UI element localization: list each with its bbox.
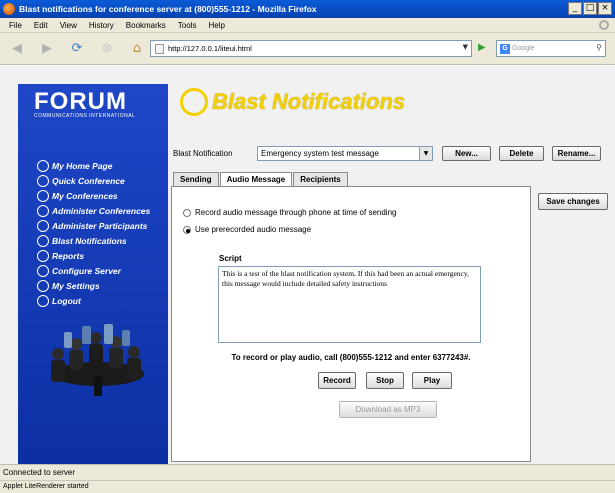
blast-notification-row: Blast Notification Emergency system test… <box>173 146 601 161</box>
menu-edit[interactable]: Edit <box>28 21 54 30</box>
page-icon <box>155 43 164 54</box>
firefox-icon <box>3 3 15 15</box>
circle-icon <box>37 249 49 262</box>
url-bar[interactable]: http://127.0.0.1/liteui.html ▼ <box>150 40 472 57</box>
conference-table-illustration <box>51 324 144 396</box>
chevron-down-icon[interactable]: ▼ <box>419 147 432 160</box>
close-button[interactable]: × <box>598 2 612 15</box>
home-icon[interactable]: ⌂ <box>126 38 148 60</box>
script-label: Script <box>219 254 242 263</box>
connection-status: Connected to server <box>3 468 76 477</box>
menu-help[interactable]: Help <box>202 21 230 30</box>
circle-icon <box>37 234 49 247</box>
page-title: Blast Notifications <box>180 88 405 116</box>
sidebar: FORUM COMMUNICATIONS INTERNATIONAL My Ho… <box>18 84 168 464</box>
download-mp3-button[interactable]: Download as MP3 <box>339 401 437 418</box>
menu-tools[interactable]: Tools <box>172 21 203 30</box>
sidebar-item-administer-conferences[interactable]: Administer Conferences <box>37 203 150 218</box>
back-icon[interactable]: ◀ <box>6 38 28 60</box>
throbber-icon <box>599 20 609 30</box>
sidebar-item-configure-server[interactable]: Configure Server <box>37 263 150 278</box>
rename-button[interactable]: Rename... <box>552 146 601 161</box>
tab-recipients[interactable]: Recipients <box>293 172 348 186</box>
window-titlebar: Blast notifications for conference serve… <box>0 0 615 18</box>
circle-icon <box>37 294 49 307</box>
audio-message-panel: Record audio message through phone at ti… <box>171 186 531 462</box>
google-icon: G <box>500 43 510 54</box>
radio-icon[interactable] <box>183 225 191 234</box>
sidebar-nav: My Home Page Quick Conference My Confere… <box>37 158 150 308</box>
minimize-button[interactable]: _ <box>568 2 582 15</box>
stop-button[interactable]: Stop <box>366 372 404 389</box>
sidebar-item-my-conferences[interactable]: My Conferences <box>37 188 150 203</box>
stop-icon[interactable]: ⊗ <box>96 38 118 60</box>
browser-status: Applet LiteRenderer started <box>0 480 615 493</box>
prerecorded-option[interactable]: Use prerecorded audio message <box>183 225 311 234</box>
circle-icon <box>37 264 49 277</box>
sidebar-item-administer-participants[interactable]: Administer Participants <box>37 218 150 233</box>
tab-bar: Sending Audio Message Recipients <box>173 172 349 186</box>
menu-view[interactable]: View <box>54 21 83 30</box>
circle-icon <box>180 88 208 116</box>
navigation-toolbar: ◀ ▶ ⟳ ⊗ ⌂ http://127.0.0.1/liteui.html ▼… <box>0 33 615 65</box>
circle-icon <box>37 204 49 217</box>
menu-file[interactable]: File <box>3 21 28 30</box>
forum-logo: FORUM COMMUNICATIONS INTERNATIONAL <box>34 88 136 119</box>
search-placeholder: Google <box>512 45 535 52</box>
dial-in-instructions: To record or play audio, call (800)555-1… <box>231 353 471 362</box>
new-button[interactable]: New... <box>442 146 491 161</box>
sidebar-item-reports[interactable]: Reports <box>37 248 150 263</box>
chevron-down-icon[interactable]: ▼ <box>463 43 468 51</box>
sidebar-item-logout[interactable]: Logout <box>37 293 150 308</box>
record-phone-option[interactable]: Record audio message through phone at ti… <box>183 208 396 217</box>
go-icon[interactable]: ▶ <box>478 42 486 53</box>
circle-icon <box>37 159 49 172</box>
menu-bar: File Edit View History Bookmarks Tools H… <box>0 18 615 33</box>
tab-sending[interactable]: Sending <box>173 172 219 186</box>
sidebar-item-my-home-page[interactable]: My Home Page <box>37 158 150 173</box>
circle-icon <box>37 219 49 232</box>
sidebar-item-blast-notifications[interactable]: Blast Notifications <box>37 233 150 248</box>
blast-notification-label: Blast Notification <box>173 149 233 158</box>
forward-icon[interactable]: ▶ <box>36 38 58 60</box>
sidebar-item-my-settings[interactable]: My Settings <box>37 278 150 293</box>
circle-icon <box>37 279 49 292</box>
circle-icon <box>37 189 49 202</box>
status-bar: Connected to server Applet LiteRenderer … <box>0 464 615 493</box>
sidebar-item-quick-conference[interactable]: Quick Conference <box>37 173 150 188</box>
menu-bookmarks[interactable]: Bookmarks <box>120 21 172 30</box>
script-textarea[interactable]: This is a test of the blast notification… <box>218 266 481 343</box>
delete-button[interactable]: Delete <box>499 146 544 161</box>
window-title: Blast notifications for conference serve… <box>19 4 317 14</box>
menu-history[interactable]: History <box>83 21 120 30</box>
radio-icon[interactable] <box>183 208 191 217</box>
circle-icon <box>37 174 49 187</box>
url-text: http://127.0.0.1/liteui.html <box>168 44 252 53</box>
reload-icon[interactable]: ⟳ <box>66 38 88 60</box>
maximize-button[interactable]: □ <box>583 2 597 15</box>
play-button[interactable]: Play <box>412 372 452 389</box>
tab-audio-message[interactable]: Audio Message <box>219 172 293 186</box>
record-button[interactable]: Record <box>318 372 356 389</box>
blast-notification-select[interactable]: Emergency system test message ▼ <box>257 146 433 161</box>
save-changes-button[interactable]: Save changes <box>538 193 608 210</box>
search-input[interactable]: G Google ⚲ <box>496 40 606 57</box>
page-content: FORUM COMMUNICATIONS INTERNATIONAL My Ho… <box>0 66 615 464</box>
search-icon[interactable]: ⚲ <box>596 43 602 52</box>
